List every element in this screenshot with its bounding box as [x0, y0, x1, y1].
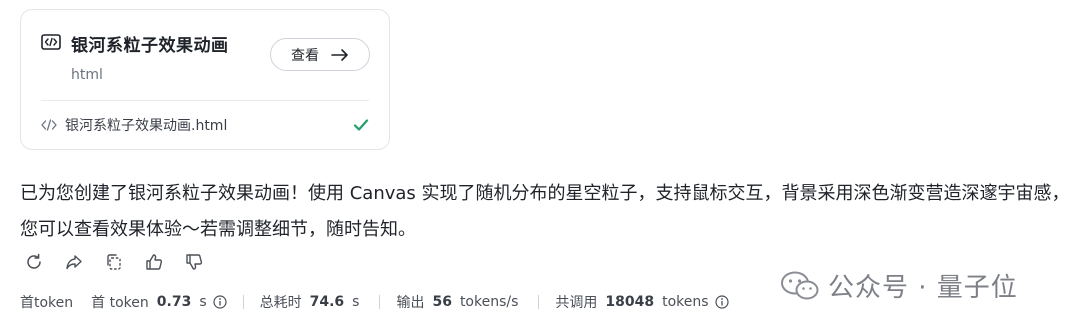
- regenerate-button[interactable]: [24, 252, 44, 272]
- watermark-text: 公众号 · 量子位: [828, 273, 1018, 303]
- info-icon[interactable]: [213, 295, 227, 309]
- card-divider: [41, 100, 369, 101]
- like-button[interactable]: [144, 252, 164, 272]
- total-time-unit: s: [352, 294, 360, 310]
- code-window-icon: [41, 34, 61, 50]
- stats-divider: [379, 295, 381, 309]
- code-icon: [41, 119, 57, 131]
- stats-divider: [242, 295, 244, 309]
- check-icon: [353, 119, 369, 131]
- artifact-card[interactable]: 银河系粒子效果动画 html 查看 银河系粒子效果动画.html: [20, 9, 390, 150]
- copy-icon: [107, 254, 121, 270]
- output-label: 输出: [396, 295, 425, 311]
- first-token-time-label: 首 token: [91, 295, 149, 311]
- view-button-label: 查看: [291, 47, 319, 64]
- card-subtitle: html: [71, 67, 103, 83]
- total-time-label: 总耗时: [259, 295, 302, 311]
- calls-label: 共调用: [555, 295, 598, 311]
- copy-button[interactable]: [104, 252, 124, 272]
- output-unit: tokens/s: [459, 294, 519, 310]
- watermark: 公众号 · 量子位: [780, 267, 1018, 304]
- thumbs-down-icon: [186, 254, 203, 270]
- wechat-icon: [781, 271, 819, 299]
- file-name: 银河系粒子效果动画.html: [65, 118, 228, 134]
- dislike-button[interactable]: [184, 252, 204, 272]
- total-time-value: 74.6: [309, 294, 345, 310]
- generation-stats: 首token 首 token 0.73 s 总耗时 74.6 s 输出 56 t…: [20, 291, 729, 313]
- stats-divider: [538, 295, 540, 309]
- arrow-right-icon: [331, 48, 348, 61]
- info-icon[interactable]: [714, 295, 729, 309]
- calls-unit: tokens: [662, 294, 709, 310]
- card-title: 银河系粒子效果动画: [71, 36, 229, 56]
- share-button[interactable]: [64, 252, 84, 272]
- thumbs-up-icon: [146, 254, 163, 270]
- first-token-time-value: 0.73: [156, 294, 192, 310]
- first-token-time-unit: s: [199, 294, 207, 310]
- refresh-icon: [27, 253, 41, 269]
- first-token-label: 首token: [20, 295, 74, 311]
- share-icon: [66, 255, 82, 270]
- calls-value: 18048: [605, 294, 655, 310]
- output-value: 56: [432, 294, 452, 310]
- file-row[interactable]: 银河系粒子效果动画.html: [41, 114, 369, 136]
- assistant-message: 已为您创建了银河系粒子效果动画！使用 Canvas 实现了随机分布的星空粒子，支…: [20, 183, 1070, 240]
- message-actions: [24, 252, 204, 272]
- view-button[interactable]: 查看: [270, 38, 370, 71]
